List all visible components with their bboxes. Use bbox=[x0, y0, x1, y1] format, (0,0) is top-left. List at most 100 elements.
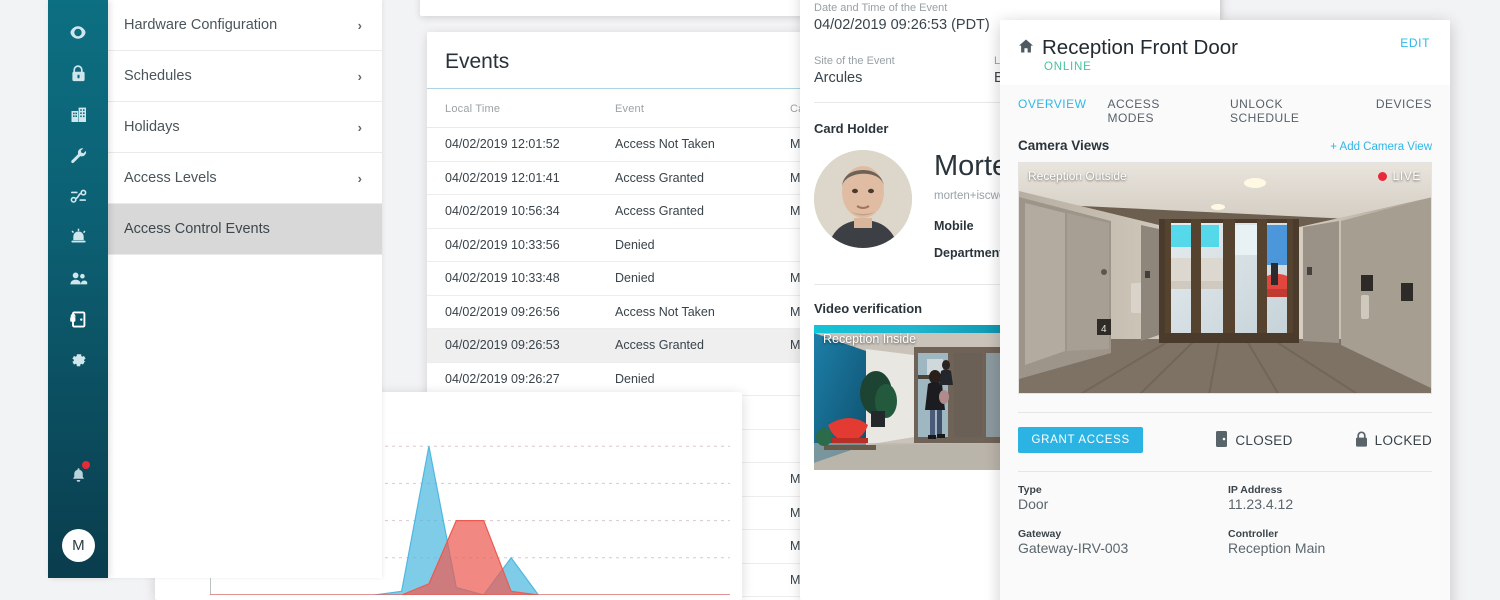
menu-item-holidays[interactable]: Holidays › bbox=[108, 102, 382, 153]
datetime-label: Date and Time of the Event bbox=[814, 2, 948, 14]
info-field: Type Door bbox=[1018, 484, 1228, 520]
menu-item-label: Schedules bbox=[124, 68, 192, 84]
people-icon bbox=[69, 272, 87, 285]
cell-event: Access Granted bbox=[615, 170, 704, 185]
chevron-right-icon: › bbox=[357, 17, 362, 33]
menu-item-access-control-events[interactable]: Access Control Events bbox=[108, 204, 382, 255]
camera-views-header: Camera Views + Add Camera View bbox=[1000, 130, 1450, 153]
sidebar-nav-people[interactable] bbox=[48, 258, 108, 299]
cell-local-time: 04/02/2019 10:56:34 bbox=[445, 204, 560, 219]
add-camera-view-link[interactable]: + Add Camera View bbox=[1330, 141, 1432, 153]
chevron-right-icon: › bbox=[357, 119, 362, 135]
camera-views-title: Camera Views bbox=[1018, 138, 1110, 153]
cell-local-time: 04/02/2019 12:01:41 bbox=[445, 170, 560, 185]
menu-item-hardware-configuration[interactable]: Hardware Configuration › bbox=[108, 0, 382, 51]
lock-icon bbox=[71, 65, 85, 82]
cell-local-time: 04/02/2019 10:33:48 bbox=[445, 271, 560, 286]
sidebar-nav-alarm[interactable] bbox=[48, 217, 108, 258]
cell-local-time: 04/02/2019 09:26:56 bbox=[445, 304, 560, 319]
avatar-photo bbox=[814, 150, 912, 248]
video-still bbox=[814, 325, 1008, 470]
tab-access-modes[interactable]: ACCESS MODES bbox=[1107, 97, 1209, 130]
sidebar-nav-workflow[interactable] bbox=[48, 176, 108, 217]
info-field: IP Address 11.23.4.12 bbox=[1228, 484, 1432, 520]
cell-event: Access Not Taken bbox=[615, 304, 715, 319]
wrench-icon bbox=[70, 148, 86, 164]
grant-access-button[interactable]: GRANT ACCESS bbox=[1018, 427, 1144, 453]
door-title: Reception Front Door bbox=[1042, 36, 1238, 59]
info-value-type: Door bbox=[1018, 496, 1049, 512]
sidebar-nav-building[interactable] bbox=[48, 94, 108, 135]
notifications-button[interactable] bbox=[48, 460, 108, 490]
sidebar-nav bbox=[48, 0, 108, 381]
sidebar-nav-door-lock[interactable] bbox=[48, 299, 108, 340]
cell-local-time: 04/02/2019 10:33:56 bbox=[445, 237, 560, 252]
camera-name-label: Reception Outside bbox=[1028, 169, 1127, 183]
menu-item-label: Access Levels bbox=[124, 170, 217, 186]
site-value: Arcules bbox=[814, 70, 863, 86]
column-header-event: Event bbox=[615, 103, 645, 115]
info-field: Gateway Gateway-IRV-003 bbox=[1018, 528, 1228, 564]
tab-unlock-schedule[interactable]: UNLOCK SCHEDULE bbox=[1230, 97, 1355, 130]
door-state-indicator: CLOSED bbox=[1215, 430, 1293, 450]
live-label: LIVE bbox=[1392, 169, 1421, 183]
menu-item-schedules[interactable]: Schedules › bbox=[108, 51, 382, 102]
cell-local-time: 04/02/2019 09:26:53 bbox=[445, 338, 560, 353]
cell-event: Denied bbox=[615, 237, 655, 252]
camera-still: 4 bbox=[1019, 163, 1431, 393]
avatar bbox=[814, 150, 912, 248]
live-dot-icon bbox=[1377, 171, 1387, 181]
cell-local-time: 04/02/2019 12:01:52 bbox=[445, 137, 560, 152]
tab-devices[interactable]: DEVICES bbox=[1376, 97, 1432, 130]
info-value-controller: Reception Main bbox=[1228, 540, 1326, 556]
column-header-local-time: Local Time bbox=[445, 103, 501, 115]
app-screen: Events Local Time Event Cardholder 04/02… bbox=[0, 0, 1500, 600]
menu-item-label: Hardware Configuration bbox=[124, 17, 278, 33]
lock-state-label: LOCKED bbox=[1374, 432, 1432, 448]
door-status-badge: ONLINE bbox=[1044, 61, 1092, 73]
door-state-label: CLOSED bbox=[1235, 432, 1293, 448]
chevron-right-icon: › bbox=[357, 68, 362, 84]
tab-overview[interactable]: OVERVIEW bbox=[1018, 97, 1086, 130]
sidebar-nav-lock[interactable] bbox=[48, 53, 108, 94]
cell-event: Denied bbox=[615, 271, 655, 286]
info-field: Controller Reception Main bbox=[1228, 528, 1432, 564]
secondary-menu-panel: Hardware Configuration › Schedules › Holiday… bbox=[108, 0, 382, 578]
info-value-gateway: Gateway-IRV-003 bbox=[1018, 540, 1129, 556]
home-icon bbox=[1018, 38, 1034, 59]
chevron-right-icon: › bbox=[357, 170, 362, 186]
svg-text:4: 4 bbox=[1101, 324, 1107, 335]
cell-event: Access Not Taken bbox=[615, 137, 715, 152]
info-label-gateway: Gateway bbox=[1018, 528, 1062, 540]
lock-state-indicator: LOCKED bbox=[1355, 431, 1432, 450]
building-icon bbox=[71, 107, 86, 122]
cell-event: Access Granted bbox=[615, 204, 704, 219]
info-label-ip-address: IP Address bbox=[1228, 484, 1283, 496]
door-action-row: GRANT ACCESS CLOSED LOCKED bbox=[1000, 413, 1450, 453]
door-lock-icon bbox=[69, 311, 85, 328]
door-detail-card: Reception Front Door ONLINE EDIT OVERVIE… bbox=[1000, 20, 1450, 600]
video-verification-thumbnail[interactable]: Reception Inside bbox=[814, 325, 1008, 470]
menu-item-label: Holidays bbox=[124, 119, 180, 135]
sidebar-nav-eye[interactable] bbox=[48, 12, 108, 53]
menu-item-access-levels[interactable]: Access Levels › bbox=[108, 153, 382, 204]
cell-event: Denied bbox=[615, 371, 655, 386]
door-header: Reception Front Door ONLINE EDIT bbox=[1000, 20, 1450, 85]
lock-icon bbox=[1355, 431, 1368, 450]
notification-badge-dot bbox=[82, 461, 90, 469]
bell-icon bbox=[72, 467, 84, 482]
live-indicator: LIVE bbox=[1377, 169, 1421, 183]
video-camera-label: Reception Inside bbox=[823, 332, 917, 346]
info-label-type: Type bbox=[1018, 484, 1042, 496]
door-info-grid: Type Door IP Address 11.23.4.12 Gateway Gatew… bbox=[1000, 472, 1450, 564]
eye-icon bbox=[70, 26, 85, 39]
user-avatar-button[interactable]: M bbox=[62, 529, 95, 562]
site-label: Site of the Event bbox=[814, 55, 895, 67]
cell-local-time: 04/02/2019 09:26:27 bbox=[445, 371, 560, 386]
sidebar-nav-wrench[interactable] bbox=[48, 135, 108, 176]
gear-icon bbox=[71, 354, 86, 367]
edit-button[interactable]: EDIT bbox=[1400, 36, 1430, 50]
sidebar-nav-gear[interactable] bbox=[48, 340, 108, 381]
camera-view-player[interactable]: Reception Outside LIVE 4 bbox=[1018, 162, 1432, 394]
info-value-ip-address: 11.23.4.12 bbox=[1228, 496, 1294, 512]
